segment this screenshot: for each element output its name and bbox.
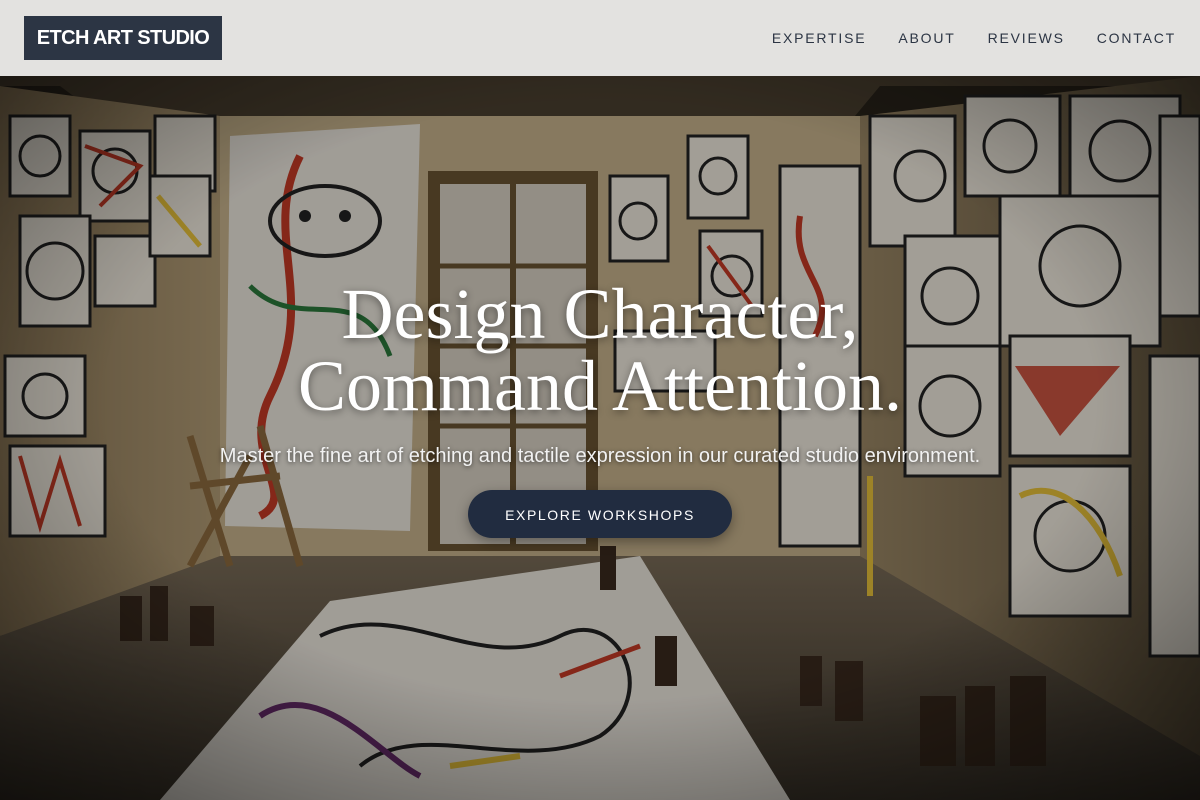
nav-links: EXPERTISE ABOUT REVIEWS CONTACT xyxy=(740,0,1176,76)
logo[interactable]: ETCH ART STUDIO xyxy=(24,16,222,60)
nav-link-contact[interactable]: CONTACT xyxy=(1097,30,1176,46)
nav-link-about[interactable]: ABOUT xyxy=(898,30,955,46)
hero-title: Design Character, Command Attention. xyxy=(0,278,1200,422)
navbar: ETCH ART STUDIO EXPERTISE ABOUT REVIEWS … xyxy=(0,0,1200,76)
nav-link-expertise[interactable]: EXPERTISE xyxy=(772,30,867,46)
hero-section: Design Character, Command Attention. Mas… xyxy=(0,76,1200,800)
hero-title-line-2: Command Attention. xyxy=(298,346,902,426)
nav-link-reviews[interactable]: REVIEWS xyxy=(988,30,1065,46)
hero-overlay xyxy=(0,76,1200,800)
explore-workshops-button[interactable]: EXPLORE WORKSHOPS xyxy=(468,490,732,538)
hero-title-line-1: Design Character, xyxy=(341,274,859,354)
hero-subtitle: Master the fine art of etching and tacti… xyxy=(219,445,981,467)
